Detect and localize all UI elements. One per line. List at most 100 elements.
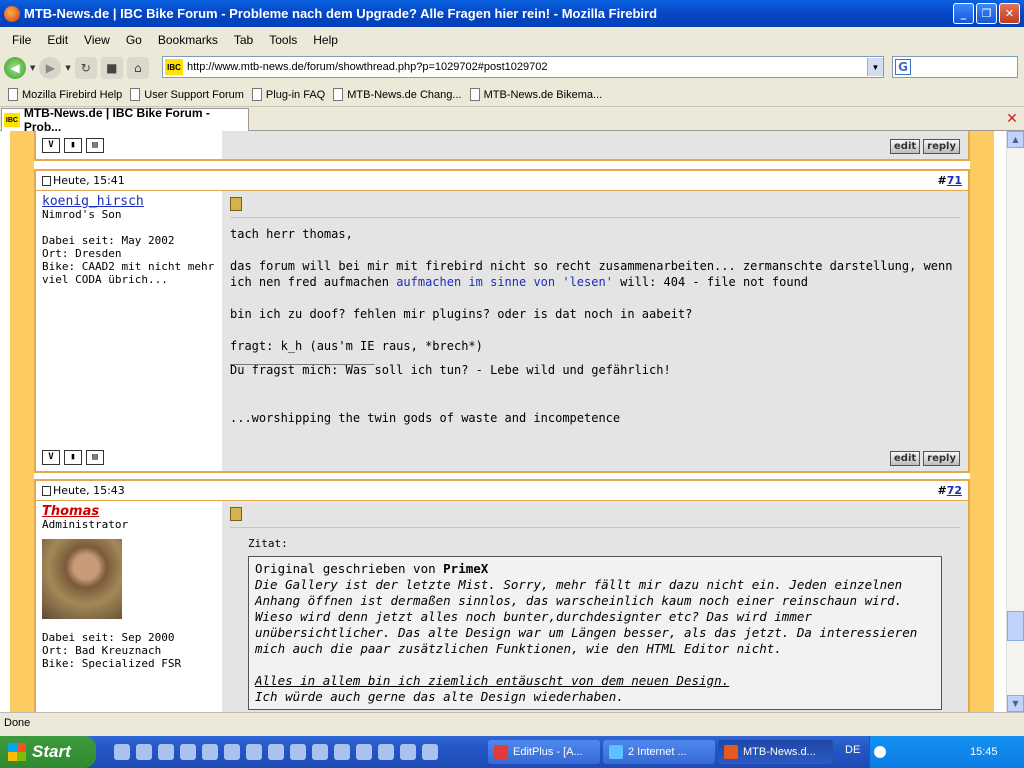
stop-button[interactable]: ■ <box>100 56 123 79</box>
menu-tools[interactable]: Tools <box>261 33 305 47</box>
post-time: Heute, 15:41 <box>53 174 125 187</box>
forum-post: Heute, 15:41 #71 koenig_hirsch Nimrod's … <box>34 169 970 473</box>
reply-button[interactable]: reply <box>923 139 960 154</box>
quicklaunch-app-icon[interactable] <box>334 744 350 760</box>
vertical-scrollbar[interactable]: ▲ ▼ <box>1006 131 1024 712</box>
user-location: Ort: Bad Kreuznach <box>42 644 162 657</box>
menu-tab[interactable]: Tab <box>226 33 261 47</box>
url-text[interactable]: http://www.mtb-news.de/forum/showthread.… <box>187 61 867 73</box>
post-tools-left: V ▮ ▤ <box>36 131 222 159</box>
quicklaunch-app-icon[interactable] <box>378 744 394 760</box>
post-tools-left: V ▮ ▤ <box>42 449 108 465</box>
ip-icon[interactable]: ▮ <box>64 450 82 465</box>
tab-mtb-news[interactable]: IBC MTB-News.de | IBC Bike Forum - Prob.… <box>1 106 249 134</box>
close-tab-icon[interactable]: ✕ <box>1004 111 1020 127</box>
print-icon[interactable]: ▤ <box>86 138 104 153</box>
quicklaunch-app-icon[interactable] <box>246 744 262 760</box>
quicklaunch-app-icon[interactable] <box>114 744 130 760</box>
post-number-prefix: # <box>937 484 947 497</box>
previous-post-footer: V ▮ ▤ edit reply <box>34 131 970 161</box>
menu-bookmarks[interactable]: Bookmarks <box>150 33 226 47</box>
quote-text: Wieso wird denn jetzt alles noch bunter,… <box>255 609 918 656</box>
bookmark-item[interactable]: Mozilla Firebird Help <box>8 88 122 101</box>
search-input[interactable]: G <box>892 56 1018 78</box>
menu-help[interactable]: Help <box>305 33 346 47</box>
quicklaunch-app-icon[interactable] <box>290 744 306 760</box>
scroll-down-icon[interactable]: ▼ <box>1007 695 1024 712</box>
post-number-link[interactable]: 72 <box>947 484 962 497</box>
google-search-icon[interactable]: G <box>895 59 911 75</box>
quote-text: Alles in allem bin ich ziemlich entäusch… <box>255 673 730 688</box>
post-number-link[interactable]: 71 <box>947 174 962 187</box>
taskbar-button-firebird[interactable]: MTB-News.d... <box>718 740 833 764</box>
quicklaunch-app-icon[interactable] <box>268 744 284 760</box>
edit-button[interactable]: edit <box>890 451 921 466</box>
post-text-part: will: 404 - file not found <box>620 275 809 289</box>
quicklaunch-app-icon[interactable] <box>202 744 218 760</box>
maximize-button[interactable]: ❐ <box>976 3 997 24</box>
language-indicator[interactable]: DE <box>845 744 860 756</box>
menu-file[interactable]: File <box>4 33 39 47</box>
taskbar-button-label: 2 Internet ... <box>628 746 687 758</box>
clock[interactable]: 15:45 <box>970 746 998 758</box>
bookmark-item[interactable]: MTB-News.de Bikema... <box>469 88 603 101</box>
editplus-icon <box>494 745 508 759</box>
quicklaunch-app-icon[interactable] <box>224 744 240 760</box>
user-joined: Dabei seit: Sep 2000 <box>42 631 175 644</box>
quicklaunch-app-icon[interactable] <box>158 744 174 760</box>
taskbar-button-editplus[interactable]: EditPlus - [A... <box>488 740 600 764</box>
window-titlebar[interactable]: MTB-News.de | IBC Bike Forum - Probleme … <box>0 0 1024 27</box>
reply-button[interactable]: reply <box>923 451 960 466</box>
close-button[interactable]: ✕ <box>999 3 1020 24</box>
back-dropdown-icon[interactable]: ▼ <box>30 64 35 72</box>
scroll-thumb[interactable] <box>1007 611 1024 641</box>
print-icon[interactable]: ▤ <box>86 450 104 465</box>
taskbar-button-internet[interactable]: 2 Internet ... <box>603 740 715 764</box>
bookmark-item[interactable]: Plug-in FAQ <box>251 88 325 101</box>
taskbar: Start EditPlus - [A... 2 Internet ... MT… <box>0 736 1024 768</box>
page-icon <box>130 88 141 101</box>
bookmark-item[interactable]: MTB-News.de Chang... <box>333 88 462 101</box>
bookmark-label: MTB-News.de Chang... <box>347 88 462 101</box>
user-bike: Bike: CAAD2 mit nicht mehr viel CODA übr… <box>42 260 215 286</box>
user-joined: Dabei seit: May 2002 <box>42 234 175 247</box>
page-icon <box>8 88 18 101</box>
post-link[interactable]: aufmachen im sinne von 'lesen' <box>396 275 613 289</box>
tray-expand-icon[interactable] <box>874 746 886 758</box>
quicklaunch-app-icon[interactable] <box>400 744 416 760</box>
quicklaunch-app-icon[interactable] <box>180 744 196 760</box>
home-button[interactable]: ⌂ <box>126 56 149 79</box>
reload-button[interactable]: ↻ <box>74 56 97 79</box>
user-title: Administrator <box>42 518 129 531</box>
forward-dropdown-icon[interactable]: ▼ <box>65 64 70 72</box>
user-bike: Bike: Specialized FSR <box>42 657 182 670</box>
forward-button[interactable]: ▶ <box>39 56 62 79</box>
menu-go[interactable]: Go <box>118 33 150 47</box>
user-location: Ort: Dresden <box>42 247 122 260</box>
post-divider <box>230 527 960 528</box>
tab-favicon: IBC <box>4 113 20 127</box>
quicklaunch-app-icon[interactable] <box>356 744 372 760</box>
bookmark-label: MTB-News.de Bikema... <box>483 88 603 101</box>
url-dropdown-icon[interactable]: ▼ <box>867 58 883 76</box>
report-icon[interactable]: V <box>42 138 60 153</box>
menu-view[interactable]: View <box>76 33 118 47</box>
username-link[interactable]: Thomas <box>42 505 216 518</box>
ip-icon[interactable]: ▮ <box>64 138 82 153</box>
quicklaunch-app-icon[interactable] <box>422 744 438 760</box>
username-link[interactable]: koenig_hirsch <box>42 195 216 208</box>
minimize-button[interactable]: _ <box>953 3 974 24</box>
edit-button[interactable]: edit <box>890 139 921 154</box>
quicklaunch-app-icon[interactable] <box>312 744 328 760</box>
quote-author: PrimeX <box>443 561 489 576</box>
menu-edit[interactable]: Edit <box>39 33 76 47</box>
back-button[interactable]: ◀ <box>4 56 26 79</box>
quicklaunch-app-icon[interactable] <box>136 744 152 760</box>
url-bar[interactable]: IBC http://www.mtb-news.de/forum/showthr… <box>162 56 884 78</box>
firebird-icon <box>724 745 738 759</box>
start-button[interactable]: Start <box>0 736 96 768</box>
scroll-up-icon[interactable]: ▲ <box>1007 131 1024 148</box>
page-icon <box>333 88 344 101</box>
report-icon[interactable]: V <box>42 450 60 465</box>
bookmark-item[interactable]: User Support Forum <box>130 88 244 101</box>
